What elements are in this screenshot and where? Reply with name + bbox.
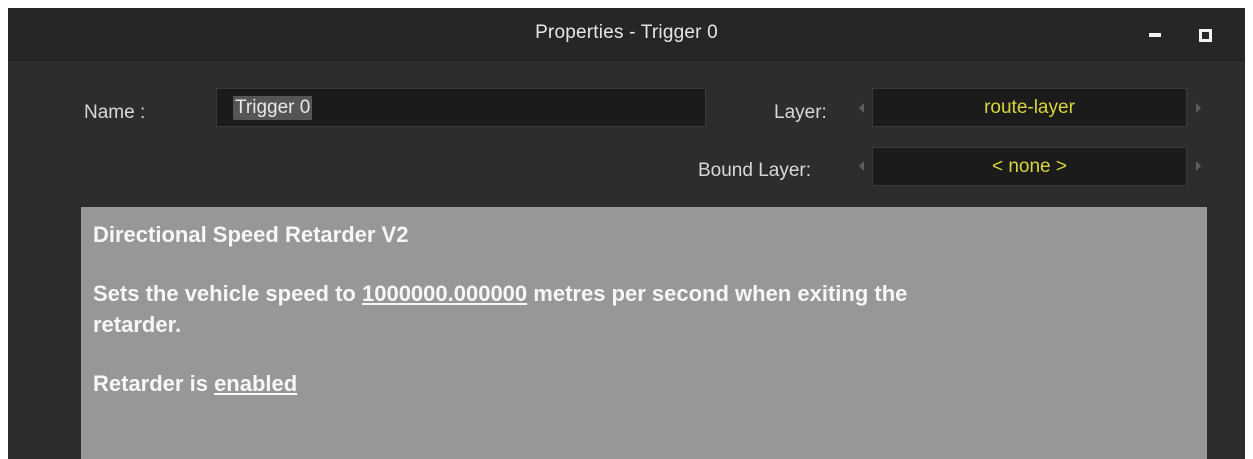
- layer-select-value: route-layer: [984, 97, 1075, 118]
- status-line: Retarder is enabled: [93, 368, 1195, 399]
- minimize-icon: [1149, 33, 1161, 37]
- bound-layer-next-arrow-icon[interactable]: [1196, 161, 1201, 171]
- layer-label: Layer:: [774, 102, 827, 123]
- name-label: Name :: [84, 102, 146, 123]
- speed-prefix: Sets the vehicle speed to: [93, 281, 362, 306]
- window-title: Properties - Trigger 0: [535, 22, 718, 43]
- speed-suffix: metres per second when exiting the: [527, 281, 908, 306]
- name-input-value: Trigger 0: [233, 96, 313, 120]
- status-value-link[interactable]: enabled: [214, 371, 297, 396]
- bound-layer-label: Bound Layer:: [698, 160, 812, 181]
- bound-layer-select-value: < none >: [991, 156, 1068, 177]
- properties-window: Properties - Trigger 0 Name : Trigger 0 …: [8, 8, 1245, 459]
- speed-value-link[interactable]: 1000000.000000: [362, 281, 527, 306]
- status-prefix: Retarder is: [93, 371, 215, 396]
- bound-layer-prev-arrow-icon[interactable]: [859, 161, 864, 171]
- name-input[interactable]: Trigger 0: [216, 88, 706, 127]
- layer-select[interactable]: route-layer: [872, 88, 1187, 127]
- speed-line-continued: retarder.: [93, 312, 182, 337]
- speed-line: Sets the vehicle speed to 1000000.000000…: [93, 278, 1195, 309]
- minimize-button[interactable]: [1145, 25, 1167, 45]
- description-panel: Directional Speed Retarder V2 Sets the v…: [81, 207, 1207, 459]
- maximize-button[interactable]: [1194, 24, 1216, 46]
- maximize-icon: [1199, 29, 1212, 42]
- description-title: Directional Speed Retarder V2: [93, 222, 409, 247]
- layer-prev-arrow-icon[interactable]: [859, 103, 864, 113]
- title-bar[interactable]: Properties - Trigger 0: [8, 8, 1245, 61]
- bound-layer-select[interactable]: < none >: [872, 147, 1187, 186]
- layer-next-arrow-icon[interactable]: [1196, 103, 1201, 113]
